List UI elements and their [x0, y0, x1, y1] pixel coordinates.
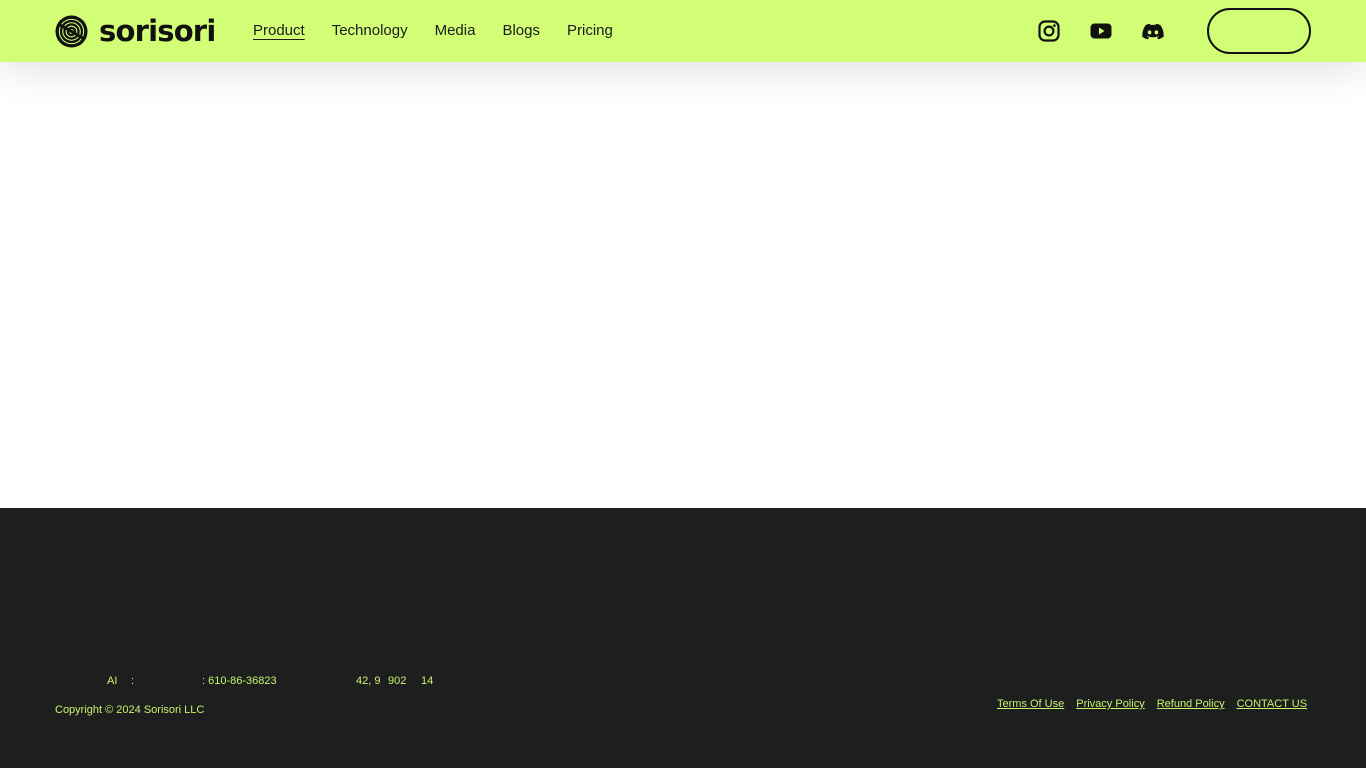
youtube-icon[interactable] [1088, 18, 1114, 44]
nav-product[interactable]: Product [253, 21, 305, 41]
nav-technology[interactable]: Technology [332, 21, 408, 41]
nav-media[interactable]: Media [435, 21, 476, 41]
main-nav: Product Technology Media Blogs Pricing [253, 21, 640, 41]
refund-policy-link[interactable]: Refund Policy [1157, 697, 1225, 711]
nav-pricing[interactable]: Pricing [567, 21, 613, 41]
privacy-policy-link[interactable]: Privacy Policy [1076, 697, 1144, 711]
site-header: sorisori Product Technology Media Blogs … [0, 0, 1366, 62]
company-info-fragment: AI [107, 675, 118, 687]
company-info-fragment: 14 [421, 675, 434, 687]
company-info-fragment: 902 [388, 675, 407, 687]
site-footer: AI : : 610-86-36823 42, 9 902 14 Copyrig… [0, 508, 1366, 768]
header-cta-button[interactable] [1207, 8, 1311, 54]
instagram-icon[interactable] [1036, 18, 1062, 44]
company-info: AI : : 610-86-36823 42, 9 902 14 [55, 674, 475, 688]
vinyl-record-logo-icon [55, 14, 88, 48]
nav-blogs[interactable]: Blogs [502, 21, 540, 41]
logo-link[interactable]: sorisori [55, 14, 216, 48]
main-content [0, 62, 1366, 508]
footer-links: Terms Of Use Privacy Policy Refund Polic… [997, 697, 1307, 711]
company-info-fragment: : [131, 675, 135, 687]
copyright-text: Copyright © 2024 Sorisori LLC [55, 704, 205, 716]
logo-wordmark: sorisori [99, 14, 216, 48]
company-info-fragment: 42, 9 [356, 675, 381, 687]
business-number: : 610-86-36823 [202, 675, 277, 687]
contact-us-link[interactable]: CONTACT US [1237, 697, 1308, 711]
discord-icon[interactable] [1140, 18, 1166, 44]
terms-of-use-link[interactable]: Terms Of Use [997, 697, 1064, 711]
